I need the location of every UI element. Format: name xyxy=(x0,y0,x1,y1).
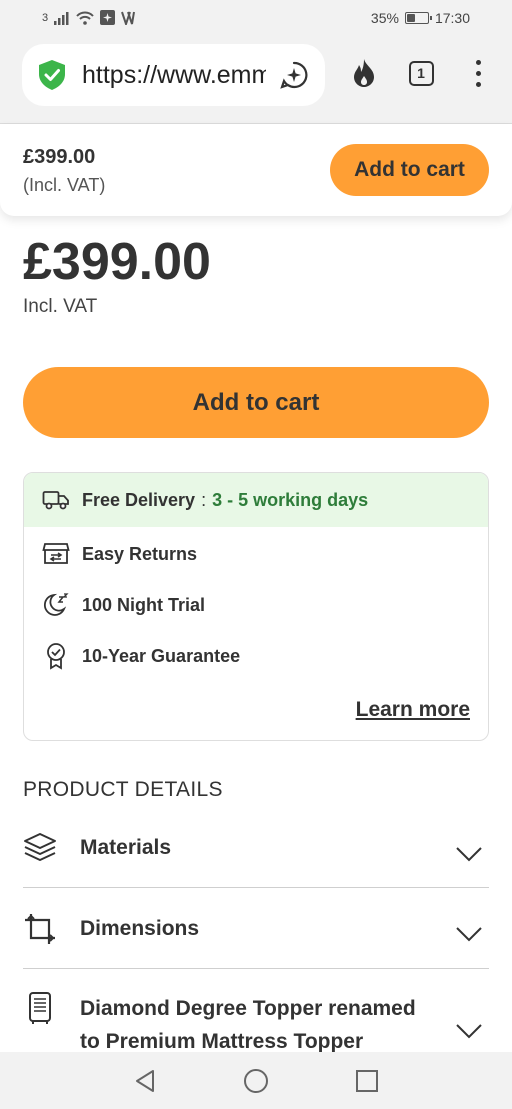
free-delivery-row: Free Delivery : 3 - 5 working days xyxy=(24,473,488,527)
mattress-topper-icon xyxy=(23,991,57,1025)
product-price: £399.00 xyxy=(23,233,211,291)
accordion-materials[interactable]: Materials xyxy=(23,820,489,888)
battery-icon xyxy=(404,12,432,24)
fire-icon[interactable] xyxy=(349,58,379,88)
accordion-label-materials: Materials xyxy=(80,836,172,859)
trial-label: 100 Night Trial xyxy=(82,594,206,615)
recent-apps-icon[interactable] xyxy=(354,1068,380,1094)
truck-icon xyxy=(42,486,70,514)
delivery-time: 3 - 5 working days xyxy=(212,489,369,510)
chevron-down-icon xyxy=(456,847,482,862)
delivery-separator: : xyxy=(201,489,207,510)
browser-toolbar: https://www.emma-mattress.co.uk 1 xyxy=(0,38,512,124)
sim-label: 3 xyxy=(42,11,49,24)
more-menu-icon[interactable] xyxy=(463,58,493,88)
returns-store-icon xyxy=(42,540,70,568)
crop-dimensions-icon xyxy=(23,912,57,946)
layers-icon xyxy=(23,830,57,864)
security-shield-icon[interactable] xyxy=(36,59,68,91)
tab-switcher-button[interactable]: 1 xyxy=(406,58,436,88)
sticky-vat-note: (Incl. VAT) xyxy=(23,175,106,195)
delivery-label: Free Delivery xyxy=(82,489,196,510)
moon-sleep-icon xyxy=(42,591,70,619)
tab-count: 1 xyxy=(408,60,434,86)
chevron-down-icon xyxy=(456,927,482,942)
guarantee-label: 10-Year Guarantee xyxy=(82,645,241,666)
clock: 17:30 xyxy=(434,10,470,26)
night-trial-row: 100 Night Trial xyxy=(24,578,488,632)
learn-more-link[interactable]: Learn more xyxy=(356,698,470,722)
easy-returns-row: Easy Returns xyxy=(24,527,488,581)
award-badge-icon xyxy=(42,642,70,670)
product-details-heading: PRODUCT DETAILS xyxy=(23,778,223,801)
back-icon[interactable] xyxy=(132,1068,158,1094)
returns-label: Easy Returns xyxy=(82,543,198,564)
guarantee-row: 10-Year Guarantee xyxy=(24,629,488,683)
add-to-cart-button[interactable]: Add to cart xyxy=(23,367,489,438)
chevron-down-icon xyxy=(456,1024,482,1039)
url-text[interactable]: https://www.emma-mattress.co.uk xyxy=(82,61,266,90)
accordion-label-dimensions: Dimensions xyxy=(80,917,200,940)
product-vat-note: Incl. VAT xyxy=(23,296,98,317)
sticky-price: £399.00 xyxy=(23,146,96,168)
vpn-notification-icon xyxy=(121,11,136,25)
benefits-box: Free Delivery : 3 - 5 working days Easy … xyxy=(23,472,489,741)
sticky-add-to-cart-button[interactable]: Add to cart xyxy=(330,144,489,196)
signal-icon xyxy=(54,11,69,25)
app-notification-icon xyxy=(100,10,116,25)
battery-percent: 35% xyxy=(370,10,399,26)
ai-assistant-icon[interactable] xyxy=(279,60,309,90)
home-icon[interactable] xyxy=(243,1068,269,1094)
battery-level xyxy=(406,14,415,22)
address-bar[interactable]: https://www.emma-mattress.co.uk xyxy=(22,44,325,106)
accordion-label-topper-line1: Diamond Degree Topper renamed xyxy=(80,997,416,1020)
sticky-cart-header: £399.00 (Incl. VAT) Add to cart xyxy=(0,124,512,216)
accordion-dimensions[interactable]: Dimensions xyxy=(23,888,489,969)
wifi-icon xyxy=(76,11,94,25)
status-bar: 3 35% 17:30 xyxy=(0,0,512,38)
system-navigation-bar xyxy=(0,1052,512,1109)
